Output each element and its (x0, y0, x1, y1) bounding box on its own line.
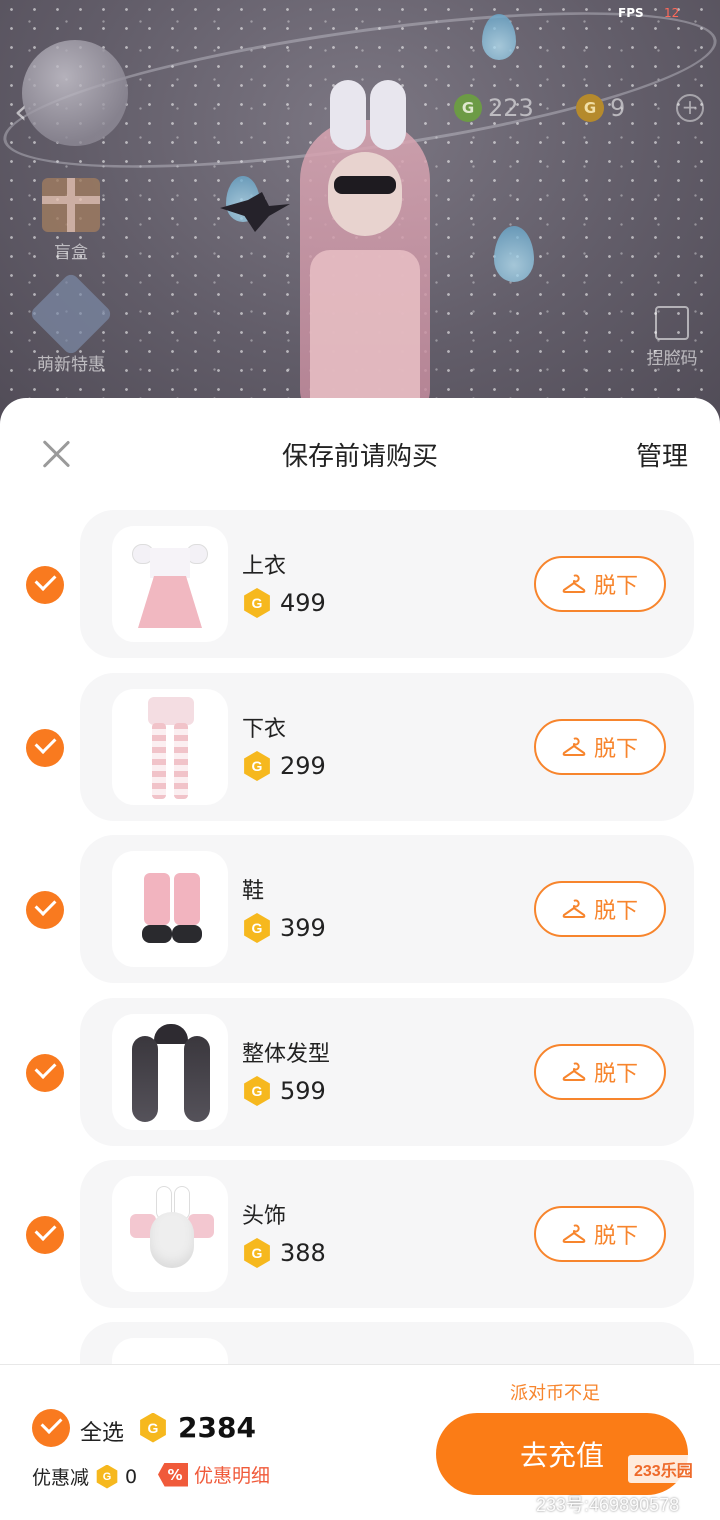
take-off-button[interactable]: 脱下 (534, 719, 666, 775)
take-off-label: 脱下 (593, 899, 638, 924)
hanger-icon (562, 899, 586, 919)
list-item: 下衣 299 脱下 (80, 673, 694, 821)
purchase-sheet: 保存前请购买 管理 上衣 499 脱下 下 (0, 398, 720, 1520)
take-off-button[interactable]: 脱下 (534, 1044, 666, 1100)
checkout-bar: 全选 2384 优惠减 0 % 优惠明细 派对币不足 去充值 233乐园 233… (0, 1364, 720, 1520)
coin-icon (242, 751, 272, 781)
item-name: 头饰 (242, 1204, 287, 1229)
gold-currency: G 9 (576, 92, 625, 124)
fit-code-label: 捏脸码 (646, 349, 698, 369)
take-off-button[interactable]: 脱下 (534, 556, 666, 612)
percent-tag-icon: % (158, 1462, 188, 1487)
item-check-icon[interactable] (26, 1216, 64, 1254)
player-avatar (240, 80, 470, 420)
manage-button[interactable]: 管理 (636, 436, 688, 473)
green-currency-value: 223 (488, 94, 534, 122)
coin-icon (138, 1413, 168, 1443)
list-item: 鞋 399 脱下 (80, 835, 694, 983)
add-currency-icon[interactable]: + (676, 94, 704, 122)
hanger-icon (562, 1224, 586, 1244)
select-all-label[interactable]: 全选 (80, 1415, 124, 1447)
discount-label: 优惠减 (32, 1467, 90, 1489)
fps-value: 12 (664, 6, 680, 20)
blind-box-label: 盲盒 (54, 243, 88, 263)
total-price-value: 2384 (178, 1411, 256, 1444)
coin-icon (242, 1076, 272, 1106)
avatar-dress (310, 250, 420, 420)
item-check-icon[interactable] (26, 891, 64, 929)
take-off-button[interactable]: 脱下 (534, 1206, 666, 1262)
item-name: 鞋 (242, 879, 265, 904)
item-thumbnail-hair (112, 1014, 228, 1130)
avatar-face (328, 152, 402, 236)
edit-icon (655, 306, 689, 340)
take-off-label: 脱下 (593, 1224, 638, 1249)
avatar-blindfold (334, 176, 396, 194)
item-price: 599 (242, 1076, 326, 1106)
item-check-icon[interactable] (26, 566, 64, 604)
item-price-value: 399 (280, 914, 326, 942)
gift-box-icon (42, 178, 100, 232)
hanger-icon (562, 1062, 586, 1082)
total-price: 2384 (138, 1411, 256, 1444)
gold-currency-value: 9 (610, 94, 626, 122)
item-price-value: 499 (280, 589, 326, 617)
avatar-ear (330, 80, 366, 150)
item-price: 499 (242, 588, 326, 618)
hanger-icon (562, 737, 586, 757)
list-item: 整体发型 599 脱下 (80, 998, 694, 1146)
discount-info: 优惠减 0 (32, 1463, 137, 1490)
take-off-label: 脱下 (593, 1062, 638, 1087)
take-off-label: 脱下 (593, 574, 638, 599)
discount-value: 0 (125, 1465, 138, 1488)
gold-coin-icon: G (576, 94, 604, 122)
coin-icon (242, 913, 272, 943)
item-price-value: 599 (280, 1077, 326, 1105)
fps-label: FPS (618, 6, 644, 20)
newbie-deal-entry[interactable]: 萌新特惠 (26, 271, 116, 375)
game-scene: ‹ FPS 12 G 223 G 9 + 盲盒 萌新特惠 捏脸码 (0, 0, 720, 420)
item-price-value: 388 (280, 1239, 326, 1267)
take-off-button[interactable]: 脱下 (534, 881, 666, 937)
item-name: 上衣 (242, 554, 287, 579)
item-price: 299 (242, 751, 326, 781)
item-check-icon[interactable] (26, 1054, 64, 1092)
list-item: 头饰 388 脱下 (80, 1160, 694, 1308)
blind-box-entry[interactable]: 盲盒 (26, 178, 116, 263)
hanger-icon (562, 574, 586, 594)
item-price: 399 (242, 913, 326, 943)
item-thumbnail-bottom (112, 689, 228, 805)
item-thumbnail-headwear (112, 1176, 228, 1292)
take-off-label: 脱下 (593, 737, 638, 762)
fit-code-entry[interactable]: 捏脸码 (632, 306, 712, 369)
flame-decoration (482, 14, 516, 60)
item-check-icon[interactable] (26, 729, 64, 767)
insufficient-funds-label: 派对币不足 (510, 1383, 600, 1404)
discount-detail-link[interactable]: % 优惠明细 (158, 1461, 270, 1488)
watermark-logo: 233乐园 (628, 1455, 699, 1483)
back-arrow-icon[interactable]: ‹ (14, 92, 44, 132)
item-thumbnail-shoes (112, 851, 228, 967)
sheet-title: 保存前请购买 (281, 442, 438, 472)
watermark-id: 233号:469890578 (536, 1495, 680, 1515)
select-all-check-icon[interactable] (32, 1409, 70, 1447)
coin-icon (242, 1238, 272, 1268)
item-price-value: 299 (280, 752, 326, 780)
coin-icon (95, 1465, 119, 1489)
discount-detail-label: 优惠明细 (194, 1465, 271, 1487)
coin-icon (242, 588, 272, 618)
avatar-ear (370, 80, 406, 150)
list-item: 上衣 499 脱下 (80, 510, 694, 658)
item-name: 下衣 (242, 717, 287, 742)
newbie-deal-label: 萌新特惠 (37, 355, 105, 375)
item-price: 388 (242, 1238, 326, 1268)
promo-icon (28, 271, 114, 357)
item-name: 整体发型 (242, 1042, 331, 1067)
item-thumbnail-top (112, 526, 228, 642)
